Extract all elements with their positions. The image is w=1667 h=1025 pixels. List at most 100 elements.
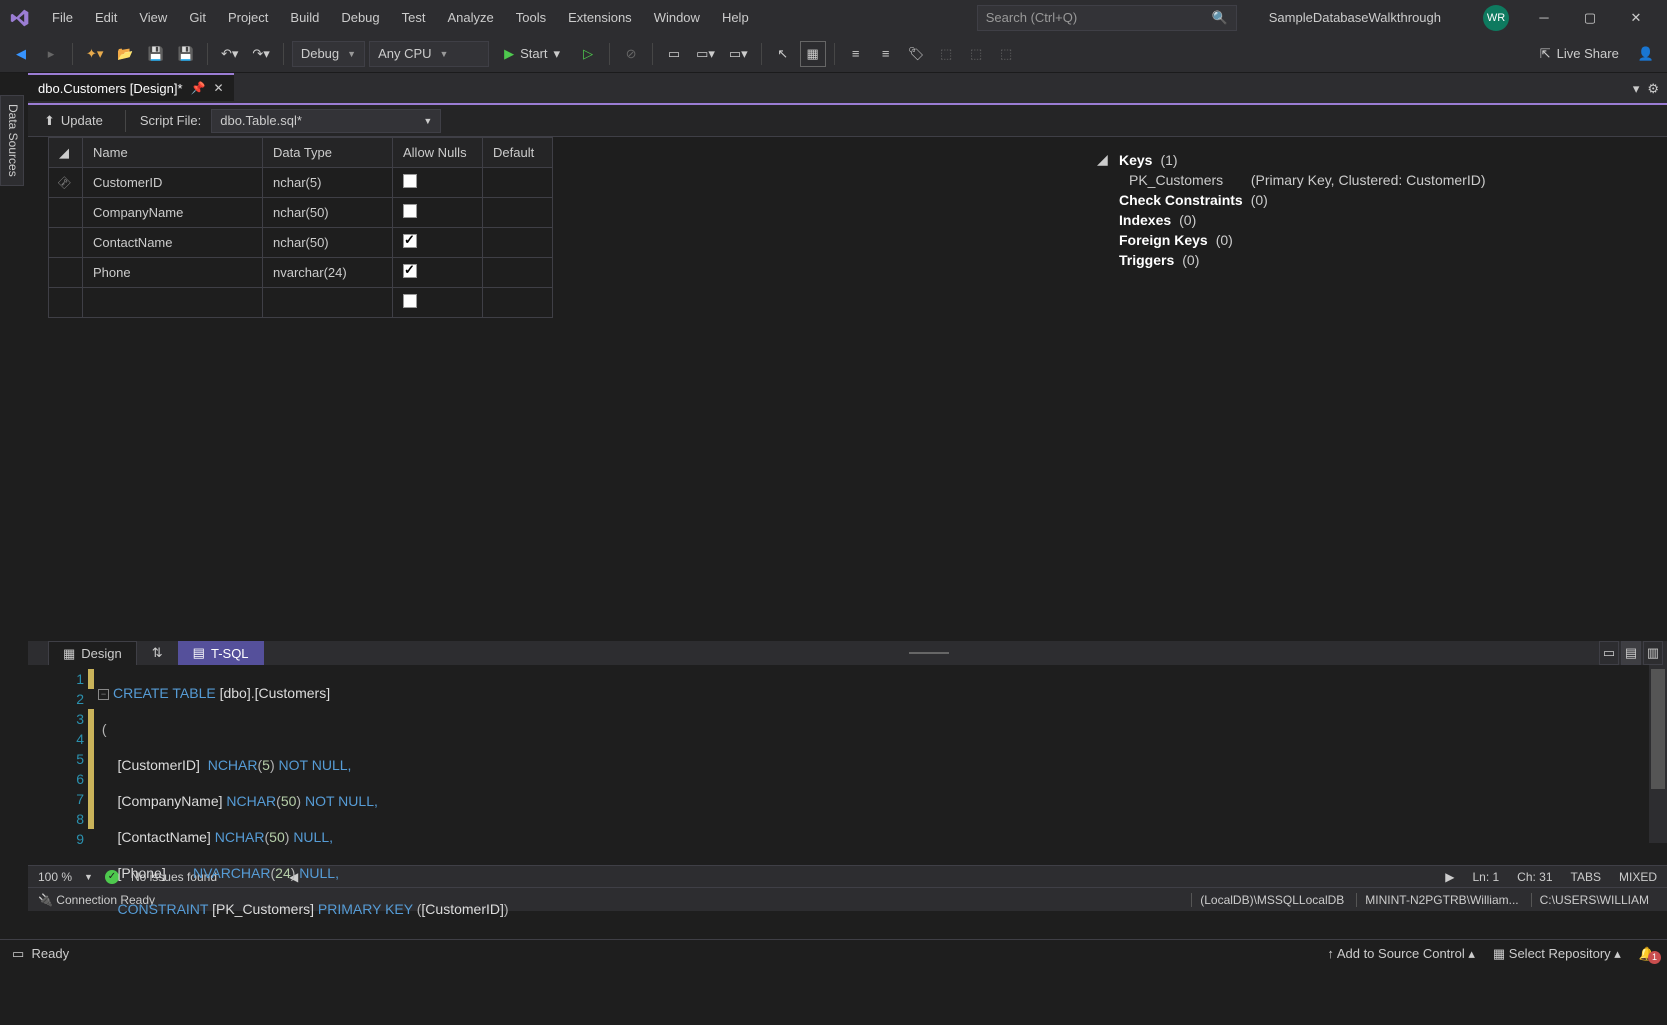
close-tab-icon[interactable]: ✕ [213,81,223,95]
update-button[interactable]: ⬆ Update [36,111,111,131]
tb-icon-8[interactable]: ≡ [873,41,899,67]
table-row[interactable]: Phone nvarchar(24) [49,258,553,288]
tb-icon-7[interactable]: ≡ [843,41,869,67]
dropdown-icon[interactable]: ▾ [1633,81,1640,97]
data-sources-tab[interactable]: Data Sources [0,95,24,186]
menu-tools[interactable]: Tools [506,6,556,29]
undo-button[interactable]: ↶▾ [216,41,243,67]
zoom-level[interactable]: 100 % [38,870,72,884]
menu-file[interactable]: File [42,6,83,29]
tb-icon-1[interactable]: ⊘ [618,41,644,67]
columns-grid[interactable]: ◢ Name Data Type Allow Nulls Default ⚿ C… [28,137,1077,641]
script-file-combo[interactable]: dbo.Table.sql*▼ [211,109,441,133]
col-header-default[interactable]: Default [483,138,553,168]
menu-project[interactable]: Project [218,6,278,29]
maximize-button[interactable]: ▢ [1567,0,1613,35]
save-button[interactable]: 💾 [143,41,169,67]
menu-window[interactable]: Window [644,6,710,29]
table-row[interactable]: ContactName nchar(50) [49,228,553,258]
menu-help[interactable]: Help [712,6,759,29]
col-header-name[interactable]: Name [83,138,263,168]
designer-view-tabs: ▦Design ⇅ ▤T-SQL ▭ ▤ ▥ [28,641,1667,665]
table-row-new[interactable] [49,288,553,318]
splitter-handle[interactable] [899,641,959,665]
add-source-control[interactable]: ↑ Add to Source Control ▴ [1327,946,1474,962]
nav-forward-button[interactable]: ▸ [38,41,64,67]
search-placeholder: Search (Ctrl+Q) [986,10,1077,25]
menu-git[interactable]: Git [179,6,216,29]
design-tab[interactable]: ▦Design [48,641,137,665]
user-avatar[interactable]: WR [1483,5,1509,31]
solution-name: SampleDatabaseWalkthrough [1259,6,1451,29]
feedback-button[interactable]: 👤 [1633,41,1659,67]
tb-icon-5[interactable]: ↖ [770,41,796,67]
sql-editor[interactable]: 1 2 3 4 5 6 7 8 9 −CREATE TABLE [dbo].[C… [28,665,1667,865]
properties-pane: ◢Keys (1) PK_Customers (Primary Key, Clu… [1077,137,1667,641]
collapse-icon[interactable]: ◢ [1097,151,1111,168]
tsql-tab[interactable]: ▤T-SQL [178,641,264,665]
menu-edit[interactable]: Edit [85,6,127,29]
table-row[interactable]: CompanyName nchar(50) [49,198,553,228]
platform-combo[interactable]: Any CPU▼ [369,41,489,67]
select-repository[interactable]: ▦ Select Repository ▴ [1493,946,1621,962]
tb-icon-4[interactable]: ▭▾ [724,41,753,67]
sql-icon: ▤ [193,645,205,661]
tab-title: dbo.Customers [Design]* [38,81,183,96]
quick-launch-search[interactable]: Search (Ctrl+Q) 🔍 [977,5,1237,31]
menu-build[interactable]: Build [280,6,329,29]
allow-nulls-checkbox[interactable] [403,234,417,248]
live-share-button[interactable]: ⇱ Live Share [1530,46,1629,62]
tb-icon-3[interactable]: ▭▾ [691,41,720,67]
allow-nulls-checkbox[interactable] [403,294,417,308]
redo-button[interactable]: ↷▾ [247,41,274,67]
status-text: Ready [32,946,70,961]
swap-tab[interactable]: ⇅ [137,641,178,665]
notifications-button[interactable]: 🔔1 [1639,946,1655,962]
designer-tab[interactable]: dbo.Customers [Design]* 📌 ✕ [28,73,234,101]
allow-nulls-checkbox[interactable] [403,264,417,278]
status-bar: ▭ Ready ↑ Add to Source Control ▴ ▦ Sele… [0,939,1667,967]
layout-icon-1[interactable]: ▭ [1599,641,1619,665]
row-header-corner: ◢ [49,138,83,168]
menu-debug[interactable]: Debug [331,6,389,29]
pk-entry[interactable]: PK_Customers (Primary Key, Clustered: Cu… [1097,170,1647,190]
col-header-type[interactable]: Data Type [263,138,393,168]
allow-nulls-checkbox[interactable] [403,174,417,188]
document-area: dbo.Customers [Design]* 📌 ✕ ▾ ⚙ ⬆ Update… [28,73,1667,911]
layout-icon-2[interactable]: ▤ [1621,641,1641,665]
config-combo[interactable]: Debug▼ [292,41,365,67]
table-row[interactable]: ⚿ CustomerID nchar(5) [49,168,553,198]
share-icon: ⇱ [1540,46,1551,62]
allow-nulls-checkbox[interactable] [403,204,417,218]
tb-icon-6[interactable]: ▦ [800,41,826,67]
primary-key-icon: ⚿ [55,173,73,191]
start-without-debug-button[interactable]: ▷ [575,41,601,67]
search-icon: 🔍 [1212,10,1228,26]
open-file-button[interactable]: 📂 [112,41,138,67]
minimize-button[interactable]: ─ [1521,0,1567,35]
tb-icon-2[interactable]: ▭ [661,41,687,67]
tb-icon-10[interactable]: ⬚ [933,41,959,67]
vertical-scrollbar[interactable] [1649,665,1667,843]
layout-icon-3[interactable]: ▥ [1643,641,1663,665]
tb-icon-12[interactable]: ⬚ [993,41,1019,67]
tb-icon-11[interactable]: ⬚ [963,41,989,67]
fold-icon[interactable]: − [98,689,109,700]
menu-view[interactable]: View [129,6,177,29]
start-debug-button[interactable]: ▶Start▾ [493,41,571,67]
save-all-button[interactable]: 💾 [173,41,199,67]
code-text[interactable]: −CREATE TABLE [dbo].[Customers] ( [Custo… [98,665,1667,865]
close-window-button[interactable]: ✕ [1613,0,1659,35]
col-header-nulls[interactable]: Allow Nulls [393,138,483,168]
nav-back-button[interactable]: ◀ [8,41,34,67]
grid-icon: ▦ [63,646,75,662]
gear-icon[interactable]: ⚙ [1647,81,1659,97]
main-toolbar: ◀ ▸ ✦▾ 📂 💾 💾 ↶▾ ↷▾ Debug▼ Any CPU▼ ▶Star… [0,35,1667,73]
connection-icon: 🔌 [38,893,53,907]
new-item-button[interactable]: ✦▾ [81,41,108,67]
menu-extensions[interactable]: Extensions [558,6,642,29]
tb-icon-9[interactable]: 🏷 [903,41,930,67]
menu-analyze[interactable]: Analyze [437,6,503,29]
menu-test[interactable]: Test [392,6,436,29]
pin-icon[interactable]: 📌 [191,81,206,95]
